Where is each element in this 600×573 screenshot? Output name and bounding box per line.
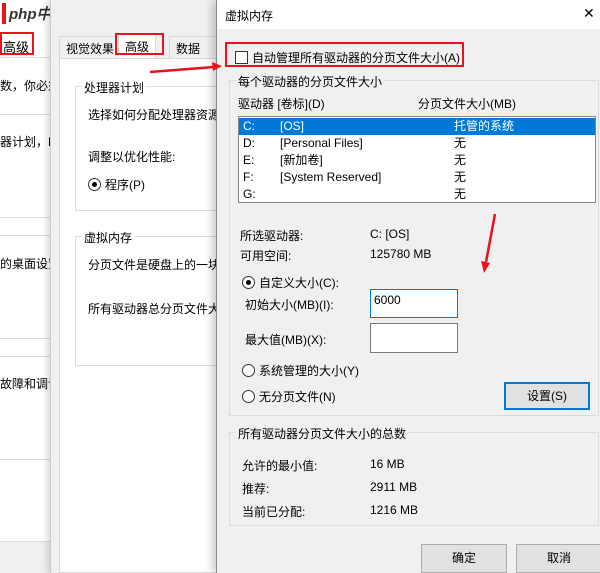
annotation-arrows [149,62,497,273]
arrow-to-custom-size [484,213,497,263]
arrow-to-checkbox [149,65,215,74]
arrow-head [481,261,490,273]
arrow-head [212,62,222,71]
